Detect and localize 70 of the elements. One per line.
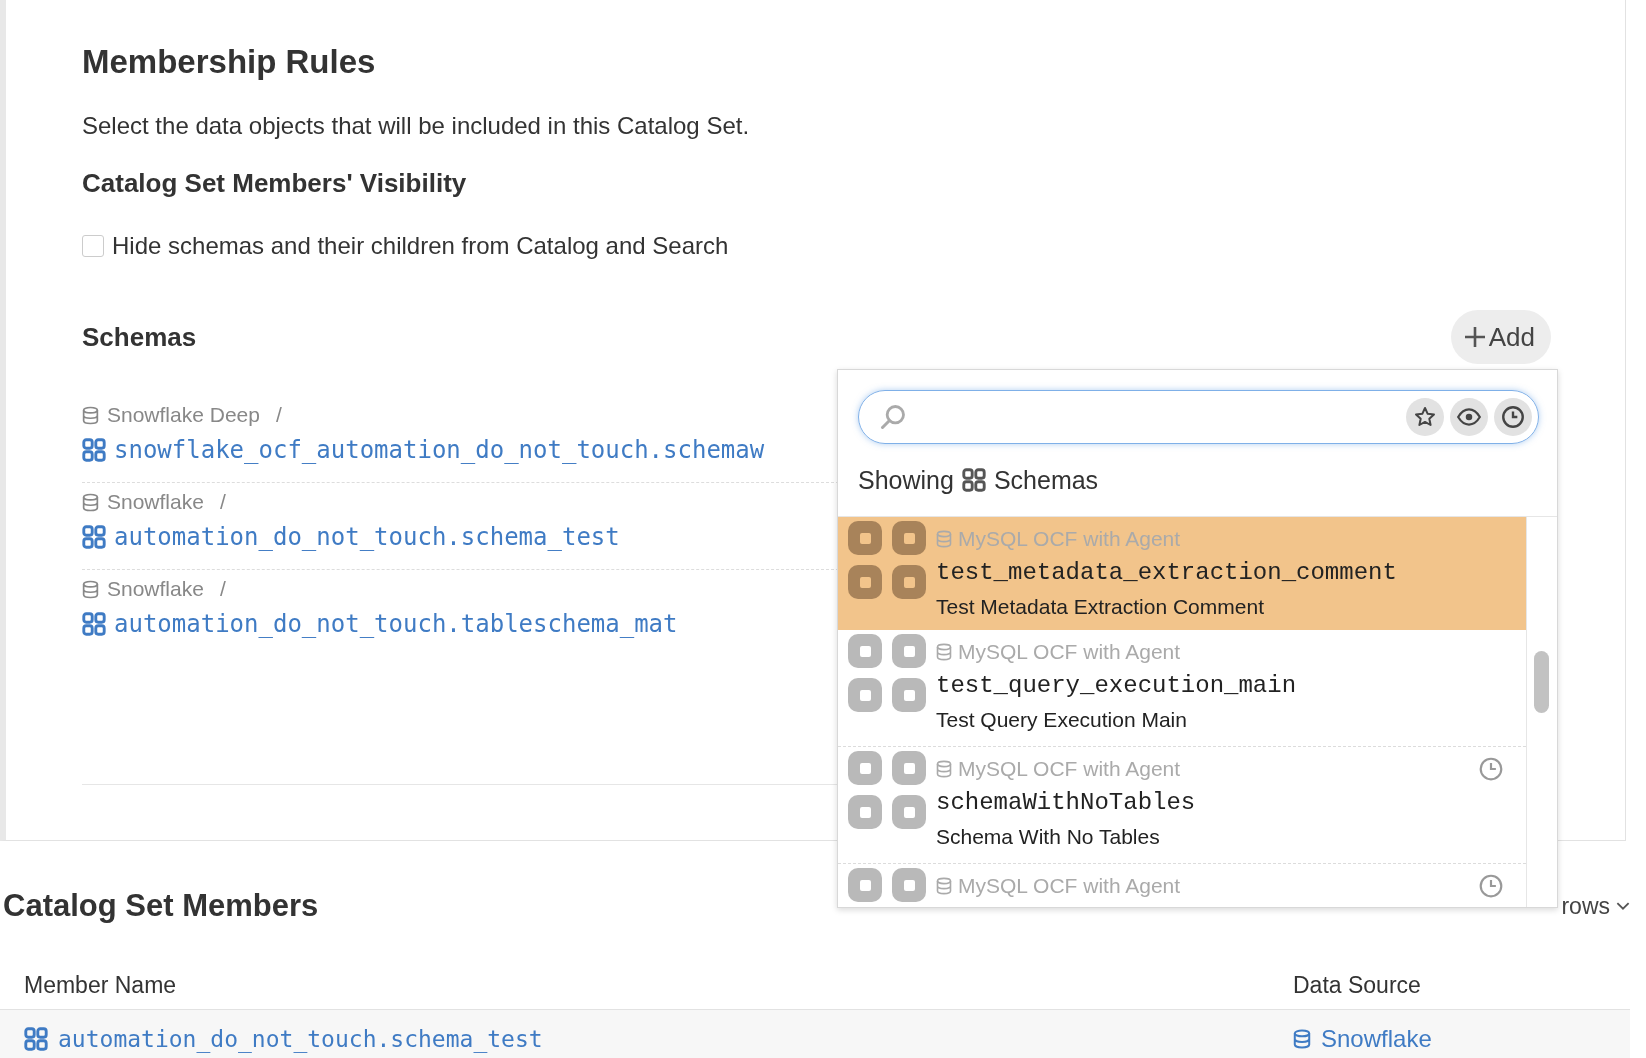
subsection-title: Catalog Set Members' Visibility (82, 167, 468, 200)
source-name: Snowflake Deep (107, 403, 260, 427)
page-size-dropdown[interactable]: rows (1561, 892, 1630, 920)
checkbox-label: Hide schemas and their children from Catalog and Search (112, 232, 729, 260)
schema-title: Schema With No Tables (936, 824, 1161, 850)
database-icon (82, 492, 99, 512)
schema-title: Test Metadata Extraction Comment (936, 594, 1265, 620)
database-icon (82, 579, 99, 599)
eye-icon[interactable] (1450, 398, 1488, 436)
action-button[interactable] (848, 634, 882, 668)
source-name: MySQL OCF with Agent (958, 874, 1182, 898)
section-title: Catalog Set Members (3, 887, 319, 925)
path-separator: / (219, 490, 226, 514)
schema-icon (82, 438, 106, 462)
clock-icon[interactable] (1494, 398, 1532, 436)
action-button[interactable] (892, 751, 926, 785)
schema-link[interactable]: automation_do_not_touch.schema_test (114, 523, 620, 551)
source-name: Snowflake (107, 577, 204, 601)
search-icon (879, 403, 907, 431)
schema-icon (24, 1027, 48, 1051)
action-button[interactable] (892, 795, 926, 829)
column-header: Member Name (24, 972, 178, 999)
action-button[interactable] (892, 868, 926, 902)
action-button[interactable] (848, 751, 882, 785)
source-name: MySQL OCF with Agent (958, 757, 1182, 781)
database-icon (936, 530, 952, 548)
path-separator: / (219, 577, 226, 601)
action-button[interactable] (892, 521, 926, 555)
schema-name: test_metadata_extraction_comment (936, 558, 1398, 588)
action-button[interactable] (848, 521, 882, 555)
action-button[interactable] (848, 795, 882, 829)
schema-name: test_query_execution_main (936, 671, 1298, 701)
source-name: MySQL OCF with Agent (958, 527, 1182, 551)
database-icon (936, 877, 952, 895)
source-link[interactable]: Snowflake (1321, 1025, 1432, 1053)
path-separator: / (275, 403, 282, 427)
database-icon (82, 405, 99, 425)
database-icon (936, 643, 952, 661)
schema-icon (82, 525, 106, 549)
filter-type: Schemas (993, 465, 1099, 495)
source-name: MySQL OCF with Agent (958, 640, 1182, 664)
result-row[interactable]: MySQL OCF with Agent (838, 864, 1526, 907)
action-button[interactable] (892, 634, 926, 668)
chevron-down-icon (1616, 901, 1630, 911)
schema-name: schemaWithNoTables (936, 788, 1197, 818)
member-link[interactable]: automation_do_not_touch.schema_test (58, 1026, 543, 1052)
checkbox[interactable] (82, 235, 104, 257)
action-button[interactable] (892, 565, 926, 599)
plus-icon (1462, 325, 1487, 349)
schema-link[interactable]: snowflake_ocf_automation_do_not_touch.schemaw (114, 436, 765, 464)
source-name: Snowflake (107, 490, 204, 514)
schema-link[interactable]: automation_do_not_touch.tableschema_mat (114, 610, 678, 638)
action-button[interactable] (892, 678, 926, 712)
description: Select the data objects that will be included in this Catalog Set. (82, 111, 751, 141)
database-icon (936, 760, 952, 778)
schema-title: Test Query Execution Main (936, 707, 1188, 733)
result-row[interactable]: MySQL OCF with Agent test_query_execution_main Test Query Execution Main (838, 630, 1526, 747)
column-header: Data Source (1293, 972, 1422, 999)
database-icon (1293, 1029, 1311, 1049)
action-button[interactable] (848, 868, 882, 902)
schema-icon (82, 612, 106, 636)
schema-icon (961, 468, 986, 492)
section-title: Membership Rules (82, 42, 377, 82)
action-button[interactable] (848, 565, 882, 599)
action-button[interactable] (848, 678, 882, 712)
add-button[interactable]: Add (1450, 310, 1551, 364)
subsection-title: Schemas (82, 321, 197, 354)
result-row[interactable]: MySQL OCF with Agent schemaWithNoTables Schema With No Tables (838, 747, 1526, 864)
filter-label: Showing (858, 465, 954, 495)
result-row[interactable]: MySQL OCF with Agent test_metadata_extraction_comment Test Metadata Extraction Comment (838, 517, 1526, 630)
